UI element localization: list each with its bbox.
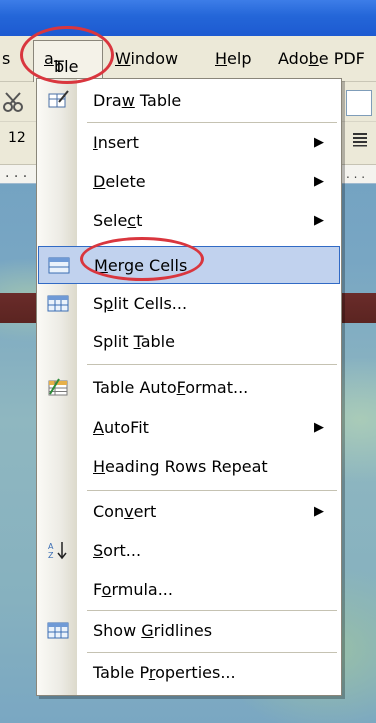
table-autoformat-icon <box>48 378 68 396</box>
menu-table-label: Ta ble <box>44 49 79 76</box>
ruler-marks: . . . <box>5 165 28 181</box>
menu-item-label: Convert <box>93 502 157 521</box>
menu-item-label: Select <box>93 211 143 230</box>
menu-table[interactable]: Ta ble <box>33 40 103 82</box>
menu-item-show-gridlines[interactable]: Show Gridlines <box>38 612 340 650</box>
ruler-marks-right: . . . <box>346 167 366 181</box>
menu-help[interactable]: Help <box>215 49 251 68</box>
submenu-arrow-icon: ▶ <box>314 213 324 228</box>
font-size-field[interactable]: 12 <box>8 130 26 146</box>
menu-item-label: Heading Rows Repeat <box>93 457 268 476</box>
submenu-arrow-icon: ▶ <box>314 174 324 189</box>
sort-az-icon: A Z <box>48 542 67 560</box>
draw-table-icon <box>48 90 69 108</box>
menu-item-label: Split Table <box>93 332 175 351</box>
menu-bar: s Ta ble Window Help Adobe PDF <box>0 36 376 82</box>
menu-item-label: Table Properties... <box>93 663 236 682</box>
split-cells-icon <box>47 295 69 312</box>
menu-separator <box>87 490 337 491</box>
table-menu-dropdown: Draw Table Insert ▶ Delete ▶ Select ▶ Me… <box>36 78 342 696</box>
submenu-arrow-icon: ▶ <box>314 135 324 150</box>
menu-item-formula[interactable]: Formula... <box>38 571 340 609</box>
menu-item-label: Sort... <box>93 541 142 560</box>
menu-adobe-pdf[interactable]: Adobe PDF <box>278 49 365 68</box>
menu-item-merge-cells[interactable]: Merge Cells <box>38 246 340 284</box>
svg-text:Z: Z <box>48 551 54 560</box>
merge-cells-icon <box>48 257 70 274</box>
menu-item-table-properties[interactable]: Table Properties... <box>38 654 340 692</box>
menu-separator <box>87 364 337 365</box>
title-bar <box>0 0 376 36</box>
menu-item-delete[interactable]: Delete ▶ <box>38 163 340 201</box>
menu-item-insert[interactable]: Insert ▶ <box>38 124 340 162</box>
menu-item-autofit[interactable]: AutoFit ▶ <box>38 409 340 447</box>
justify-icon[interactable] <box>352 131 368 147</box>
menu-item-label: Split Cells... <box>93 294 188 313</box>
menu-item-split-table[interactable]: Split Table <box>38 323 340 361</box>
menu-item-table-autoformat[interactable]: Table AutoFormat... <box>38 369 340 407</box>
menu-item-convert[interactable]: Convert ▶ <box>38 493 340 531</box>
menu-separator <box>87 610 337 611</box>
menu-item-select[interactable]: Select ▶ <box>38 202 340 240</box>
menu-item-label: Merge Cells <box>94 256 188 275</box>
submenu-arrow-icon: ▶ <box>314 420 324 435</box>
menu-item-draw-table[interactable]: Draw Table <box>38 82 340 120</box>
menu-item-label: Show Gridlines <box>93 621 213 640</box>
scissors-icon[interactable] <box>0 90 32 116</box>
svg-text:A: A <box>48 542 54 551</box>
menu-window[interactable]: Window <box>115 49 178 68</box>
menu-item-sort[interactable]: A Z Sort... <box>38 532 340 570</box>
menu-item-label: Table AutoFormat... <box>93 378 249 397</box>
submenu-arrow-icon: ▶ <box>314 504 324 519</box>
menu-item-label: Draw Table <box>93 91 182 110</box>
menu-item-label: AutoFit <box>93 418 149 437</box>
toolbar-button-icon[interactable] <box>346 90 372 116</box>
menu-item-label: Insert <box>93 133 139 152</box>
menu-partial-label[interactable]: s <box>2 49 10 68</box>
menu-item-heading-rows-repeat[interactable]: Heading Rows Repeat <box>38 448 340 486</box>
menu-item-label: Delete <box>93 172 146 191</box>
menu-item-split-cells[interactable]: Split Cells... <box>38 285 340 323</box>
menu-separator <box>87 652 337 653</box>
show-gridlines-icon <box>47 622 69 639</box>
menu-item-label: Formula... <box>93 580 173 599</box>
menu-separator <box>87 122 337 123</box>
